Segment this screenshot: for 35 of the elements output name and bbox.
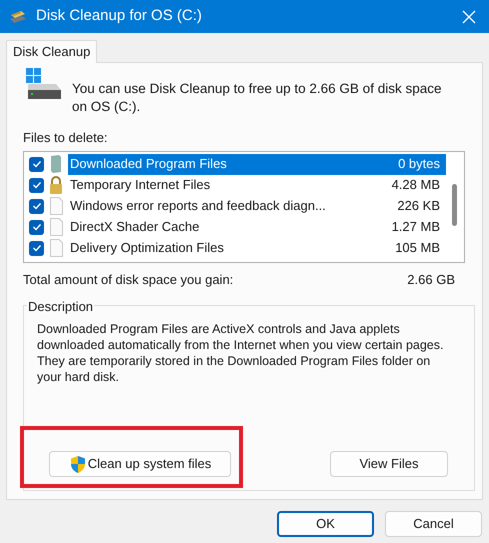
- file-item[interactable]: Downloaded Program Files 0 bytes: [68, 154, 446, 174]
- total-label: Total amount of disk space you gain:: [23, 270, 234, 289]
- dialog-button[interactable]: Cancel: [385, 511, 482, 537]
- file-icon: [50, 239, 62, 257]
- drive-icon: [26, 68, 64, 100]
- file-item[interactable]: Temporary Internet Files 4.28 MB: [68, 174, 446, 196]
- intro-text: You can use Disk Cleanup to free up to 2.66 GB of disk space on OS (C:).: [72, 80, 442, 116]
- window-title: Disk Cleanup for OS (C:): [36, 6, 202, 26]
- shield-icon: [68, 454, 87, 474]
- description-text: Downloaded Program Files are ActiveX controls and Java applets downloaded automatically from the Internet when you view certain pages. They are temporarily stored in the Downloaded Program Files folder on your hard disk.: [37, 321, 444, 385]
- checkmark-icon: [32, 180, 42, 190]
- file-item[interactable]: Windows error reports and feedback diagn... 226 KB: [68, 196, 446, 216]
- file-icon: [50, 218, 62, 236]
- file-item[interactable]: Delivery Optimization Files 105 MB: [68, 238, 446, 258]
- checkmark-icon: [32, 222, 42, 232]
- file-icon: [50, 197, 62, 215]
- checkbox[interactable]: [29, 178, 44, 192]
- checkmark-icon: [32, 243, 42, 253]
- checkmark-icon: [32, 159, 42, 169]
- tab[interactable]: Disk Cleanup: [6, 40, 98, 63]
- close-icon: [462, 10, 476, 24]
- dialog-button[interactable]: OK: [277, 511, 374, 537]
- disk-cleanup-icon: [8, 10, 28, 24]
- checkbox[interactable]: [29, 220, 44, 234]
- checkbox[interactable]: [29, 240, 44, 256]
- view-files-button[interactable]: View Files: [330, 451, 448, 477]
- file-item[interactable]: DirectX Shader Cache 1.27 MB: [68, 216, 446, 238]
- checkbox[interactable]: [29, 156, 44, 172]
- clean-up-system-files-button[interactable]: Clean up system files: [49, 451, 231, 477]
- total-value: 2.66 GB: [407, 270, 456, 288]
- checkbox[interactable]: [29, 198, 44, 214]
- package-icon: [50, 155, 62, 173]
- padlock-icon: [49, 176, 63, 194]
- checkmark-icon: [32, 201, 42, 211]
- files-label: Files to delete:: [23, 129, 109, 147]
